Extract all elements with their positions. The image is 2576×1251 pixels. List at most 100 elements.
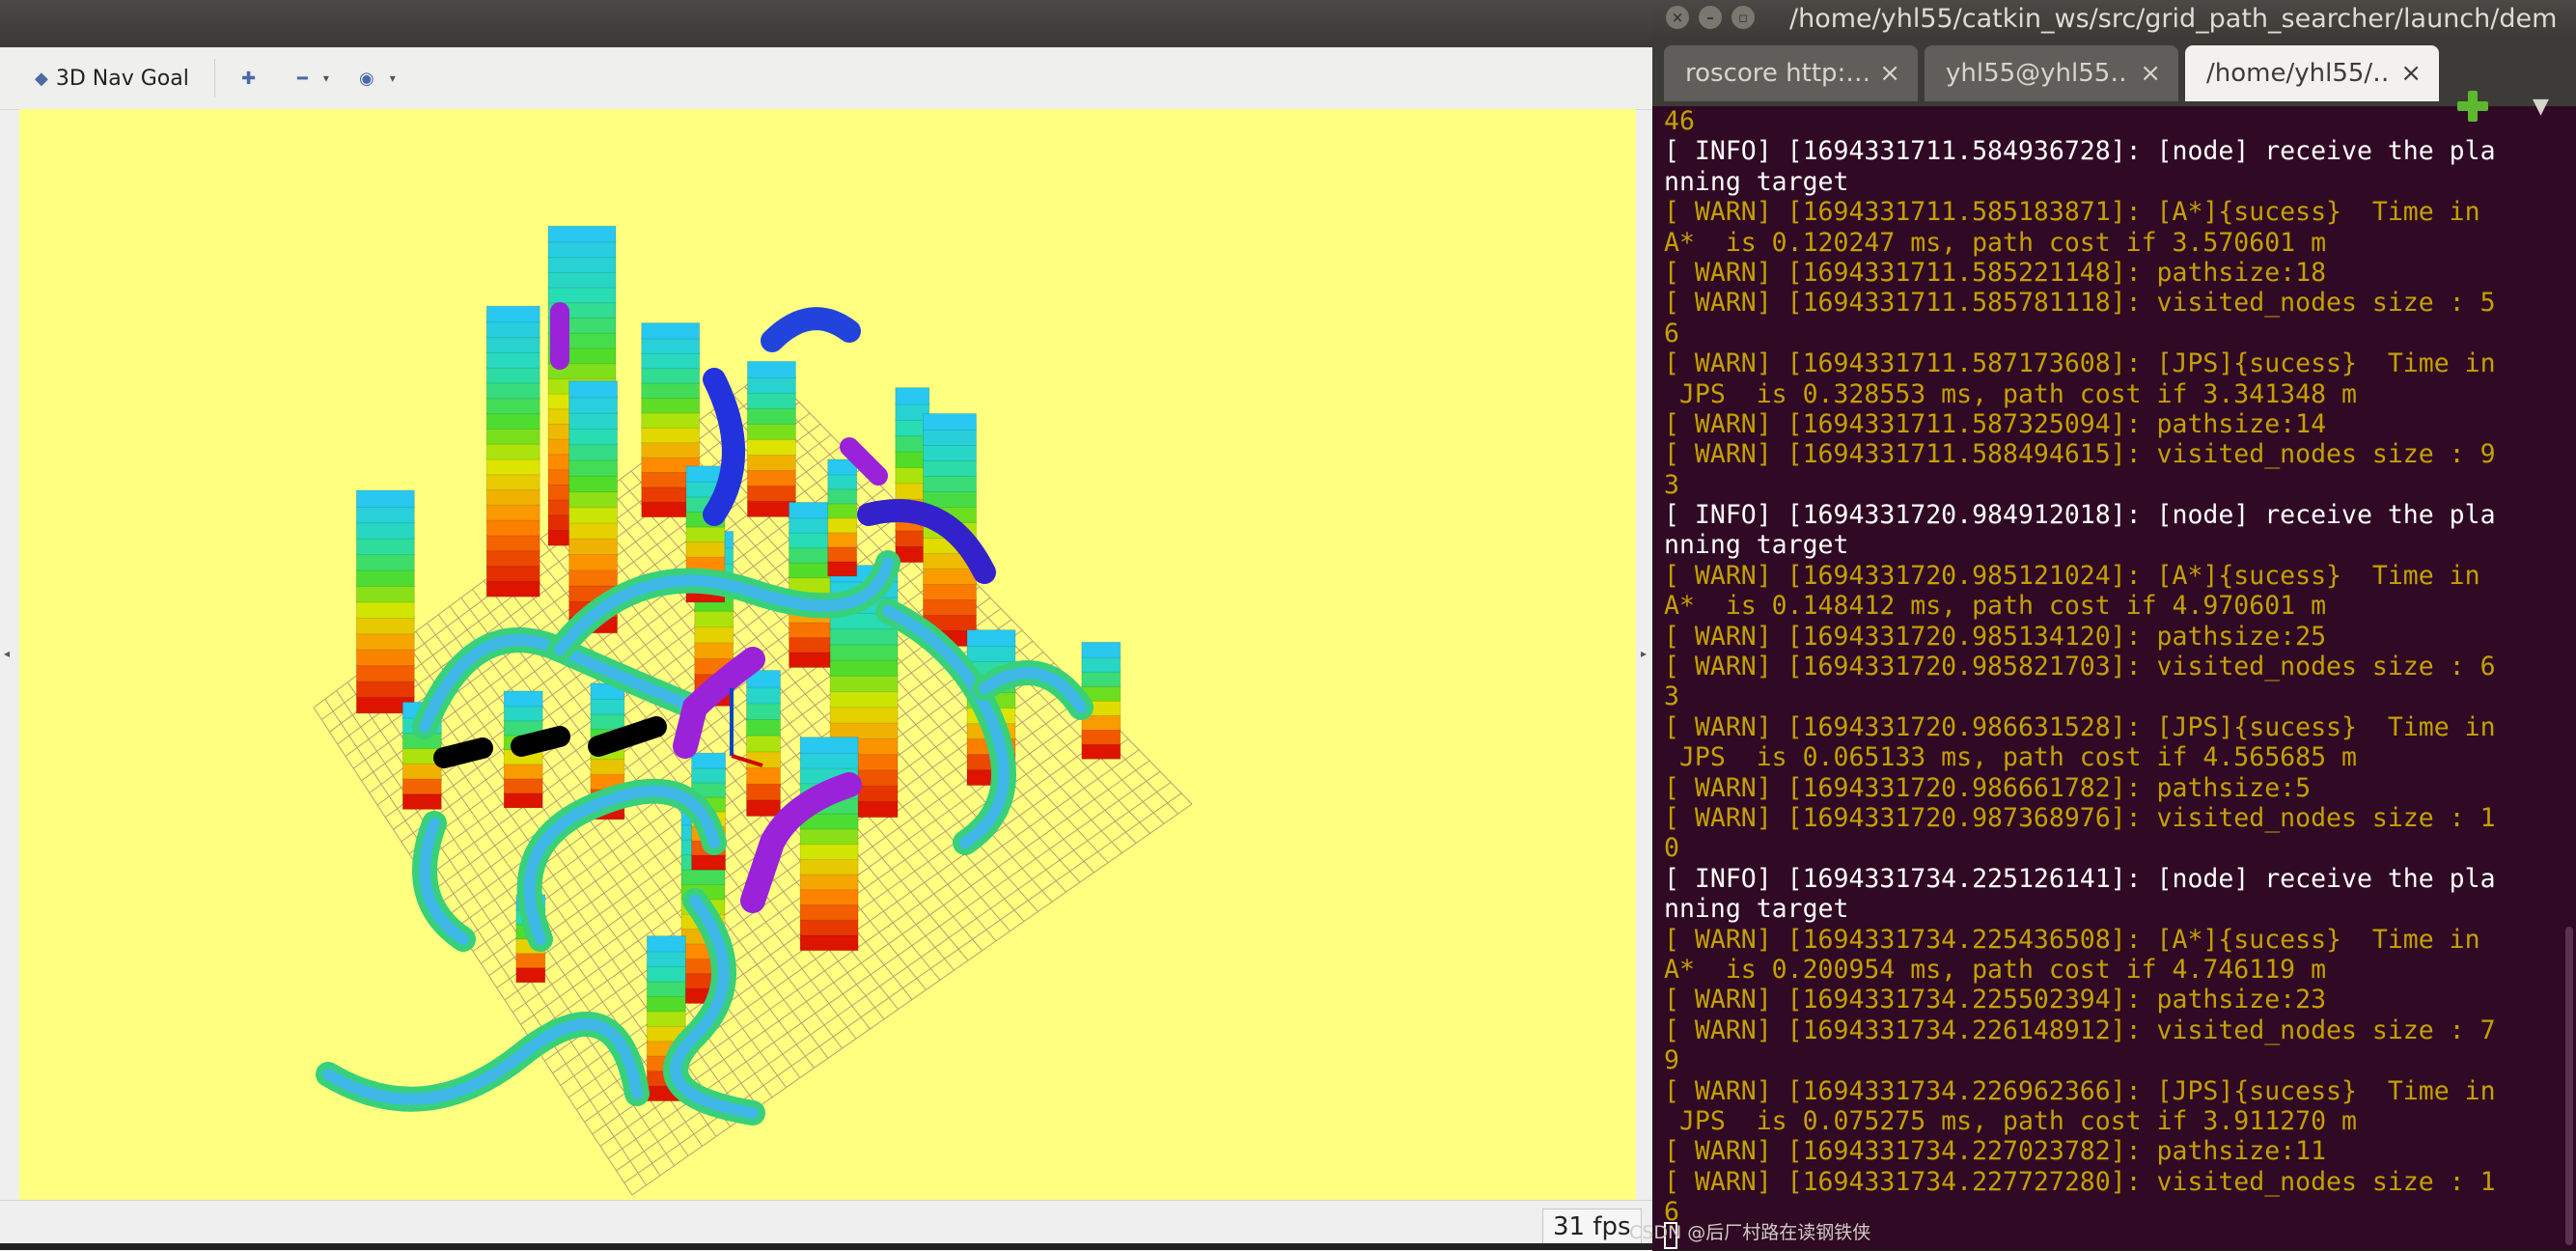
tab-roscore[interactable]: roscore http:… × <box>1664 45 1918 101</box>
zoom-out-button[interactable]: ━ ▾ <box>297 47 329 109</box>
terminal-output[interactable]: 46[ INFO] [1694331711.584936728]: [node]… <box>1664 106 2560 1250</box>
voxel <box>568 380 619 399</box>
voxel <box>355 664 415 682</box>
voxel <box>746 484 796 502</box>
voxel <box>923 413 977 431</box>
voxel <box>799 751 859 769</box>
voxel <box>799 933 859 952</box>
voxel <box>355 616 415 635</box>
terminal-line: [ WARN] [1694331720.986631528]: [JPS]{su… <box>1664 711 2496 742</box>
terminal-line: JPS is 0.328553 ms, path cost if 3.34134… <box>1664 378 2357 409</box>
voxel <box>746 468 796 486</box>
terminal-line: [ WARN] [1694331720.986661782]: pathsize… <box>1664 772 2312 803</box>
terminal-scrollbar[interactable] <box>2565 927 2573 1245</box>
right-panel-collapse-handle[interactable]: ▸ <box>1641 647 1647 660</box>
voxel <box>829 706 899 724</box>
close-tab-icon[interactable]: × <box>1879 59 1900 88</box>
voxel <box>746 702 781 720</box>
terminal-line: 3 <box>1664 681 1679 712</box>
voxel <box>799 873 859 891</box>
voxel <box>746 437 796 456</box>
terminal-window: × – ▫ /home/yhl55/catkin_ws/src/grid_pat… <box>1652 0 2576 1250</box>
voxel <box>646 935 686 953</box>
voxel <box>485 320 540 339</box>
voxel <box>646 980 686 997</box>
voxel <box>923 444 977 461</box>
maximize-window-button[interactable]: ▫ <box>1731 6 1755 29</box>
3d-nav-goal-button[interactable]: ◆ 3D Nav Goal <box>35 47 189 109</box>
terminal-line: [ WARN] [1694331734.226962366]: [JPS]{su… <box>1664 1075 2496 1106</box>
voxel <box>568 474 619 493</box>
voxel <box>485 412 540 431</box>
watermark: CSDN @后厂村路在读钢铁侠 <box>1629 1222 1871 1243</box>
tab-label: yhl55@yhl55… <box>1946 59 2129 88</box>
voxel <box>799 888 859 906</box>
voxel <box>355 680 415 698</box>
terminal-line: nning target <box>1664 530 1849 561</box>
voxel <box>355 553 415 571</box>
terminal-line: JPS is 0.065133 ms, path cost if 4.56568… <box>1664 742 2357 773</box>
voxel <box>402 792 442 810</box>
terminal-line: [ WARN] [1694331711.585221148]: pathsize… <box>1664 257 2327 288</box>
minimize-window-button[interactable]: – <box>1699 6 1722 29</box>
zoom-in-button[interactable]: ✚ <box>241 47 263 109</box>
close-window-button[interactable]: × <box>1666 6 1689 29</box>
voxel <box>485 549 540 568</box>
terminal-line: nning target <box>1664 894 1849 925</box>
voxel <box>746 766 781 785</box>
voxel <box>829 721 899 739</box>
voxel <box>691 766 727 784</box>
terminal-line: [ INFO] [1694331720.984912018]: [node] r… <box>1664 500 2496 531</box>
voxel <box>646 965 686 983</box>
3d-viewport[interactable] <box>19 109 1636 1200</box>
terminal-line: nning target <box>1664 166 1849 197</box>
voxel <box>1081 670 1122 687</box>
voxel <box>1081 728 1122 745</box>
tab-label: /home/yhl55/… <box>2206 59 2390 88</box>
voxel <box>827 473 858 490</box>
voxel <box>515 966 546 984</box>
terminal-line: [ WARN] [1694331720.987368976]: visited_… <box>1664 802 2496 833</box>
voxel <box>895 387 930 405</box>
voxel <box>829 658 899 677</box>
minus-icon: ━ <box>297 68 308 89</box>
voxel <box>485 565 540 582</box>
path-segment-black <box>433 737 493 768</box>
view-button[interactable]: ◉ ▾ <box>359 47 396 109</box>
tab-launch-demo[interactable]: /home/yhl55/… × <box>2185 45 2439 101</box>
voxel <box>568 537 619 556</box>
terminal-line: [ WARN] [1694331711.587173608]: [JPS]{su… <box>1664 348 2496 379</box>
voxel <box>402 777 442 795</box>
voxel <box>799 827 859 846</box>
voxel <box>694 609 734 628</box>
voxel <box>355 505 415 524</box>
left-panel-collapse-handle[interactable]: ◂ <box>4 647 10 660</box>
voxel <box>680 868 726 885</box>
voxel <box>485 366 540 384</box>
chevron-down-icon: ▾ <box>389 71 396 85</box>
voxel <box>829 643 899 661</box>
terminal-titlebar: × – ▫ /home/yhl55/catkin_ws/src/grid_pat… <box>1652 0 2576 39</box>
voxel <box>547 240 617 259</box>
voxel <box>691 752 727 769</box>
voxel <box>827 560 858 577</box>
terminal-line: [ WARN] [1694331711.587325094]: pathsize… <box>1664 408 2327 439</box>
terminal-line: [ WARN] [1694331720.985134120]: pathsize… <box>1664 621 2327 652</box>
voxel <box>923 459 977 477</box>
voxel <box>799 737 859 754</box>
voxel <box>547 286 617 304</box>
voxel <box>641 337 701 354</box>
close-tab-icon[interactable]: × <box>2400 59 2422 88</box>
path-segment-black <box>511 726 570 757</box>
voxel <box>485 305 540 323</box>
voxel <box>923 598 977 616</box>
voxel <box>966 629 1016 648</box>
voxel <box>568 569 619 587</box>
voxel <box>503 777 543 794</box>
voxel <box>485 458 540 476</box>
voxel <box>746 422 796 440</box>
tab-yhl55[interactable]: yhl55@yhl55… × <box>1925 45 2178 101</box>
close-tab-icon[interactable]: × <box>2140 59 2161 88</box>
voxel <box>646 1010 686 1027</box>
voxel <box>746 750 781 768</box>
